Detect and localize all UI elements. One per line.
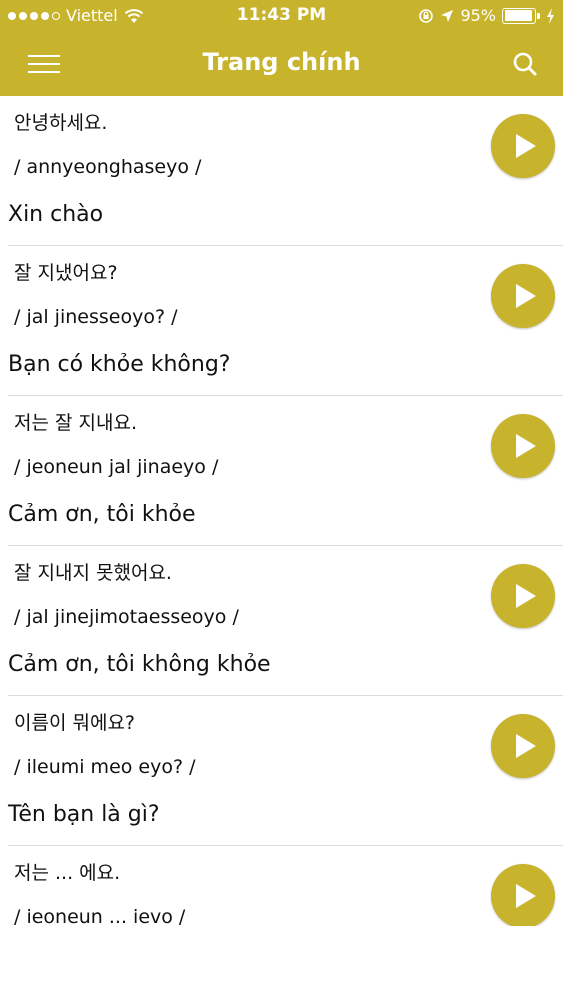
korean-phrase: 잘 지내지 못했어요. (14, 562, 172, 584)
romanization-text: / jal jinejimotaesseoyo / (14, 606, 239, 628)
app-screen: Viettel 11:43 PM 95% Trang chính 안녕하세요. … (0, 0, 563, 1000)
play-audio-button[interactable] (491, 864, 555, 926)
play-audio-button[interactable] (491, 114, 555, 178)
romanization-text: / annyeonghaseyo / (14, 156, 202, 178)
bottom-area (0, 926, 563, 1000)
battery-percent: 95% (460, 6, 496, 25)
location-icon (441, 9, 454, 22)
vietnamese-translation: Bạn có khỏe không? (8, 352, 231, 377)
play-audio-button[interactable] (491, 264, 555, 328)
page-title: Trang chính (202, 48, 361, 76)
play-icon (516, 284, 536, 308)
status-right: 95% (418, 6, 555, 25)
status-bar: Viettel 11:43 PM 95% (0, 0, 563, 32)
romanization-text: / ileumi meo eyo? / (14, 756, 196, 778)
phrase-list: 안녕하세요. / annyeonghaseyo / Xin chào 잘 지냈어요? /… (0, 96, 563, 926)
search-icon (513, 52, 537, 76)
play-icon (516, 134, 536, 158)
romanization-text: / jeoneun jal jinaeyo / (14, 456, 219, 478)
nav-bar: Trang chính (0, 32, 563, 96)
korean-phrase: 안녕하세요. (14, 112, 108, 134)
vietnamese-translation: Tên bạn là gì? (8, 802, 160, 827)
phrase-item[interactable]: 잘 지내지 못했어요. / jal jinejimotaesseoyo / Cảm … (8, 546, 563, 696)
battery-icon (502, 7, 540, 24)
header: Viettel 11:43 PM 95% Trang chính (0, 0, 563, 96)
vietnamese-translation: Cảm ơn, tôi không khỏe (8, 652, 271, 677)
play-audio-button[interactable] (491, 414, 555, 478)
play-audio-button[interactable] (491, 714, 555, 778)
phrase-item[interactable]: 잘 지냈어요? / jal jinesseoyo? / Bạn có khỏe kh… (8, 246, 563, 396)
play-audio-button[interactable] (491, 564, 555, 628)
charging-icon (547, 7, 554, 24)
romanization-text: / jal jinesseoyo? / (14, 306, 178, 328)
vietnamese-translation: Xin chào (8, 202, 104, 227)
play-icon (516, 584, 536, 608)
korean-phrase: 잘 지냈어요? (14, 262, 118, 284)
phrase-item[interactable]: 안녕하세요. / annyeonghaseyo / Xin chào (8, 96, 563, 246)
play-icon (516, 434, 536, 458)
phrase-item[interactable]: 저는 잘 지내요. / jeoneun jal jinaeyo / Cảm ơn, … (8, 396, 563, 546)
vietnamese-translation: Cảm ơn, tôi khỏe (8, 502, 196, 527)
korean-phrase: 이름이 뭐에요? (14, 712, 136, 734)
phrase-item[interactable]: 저는 ... 에요. / ieoneun ... ievo / (8, 846, 563, 926)
korean-phrase: 저는 잘 지내요. (14, 412, 137, 434)
romanization-text: / ieoneun ... ievo / (14, 906, 186, 926)
search-button[interactable] (505, 46, 545, 82)
phrase-item[interactable]: 이름이 뭐에요? / ileumi meo eyo? / Tên bạn là gì… (8, 696, 563, 846)
play-icon (516, 884, 536, 908)
play-icon (516, 734, 536, 758)
rotation-lock-icon (419, 8, 434, 23)
korean-phrase: 저는 ... 에요. (14, 862, 121, 884)
